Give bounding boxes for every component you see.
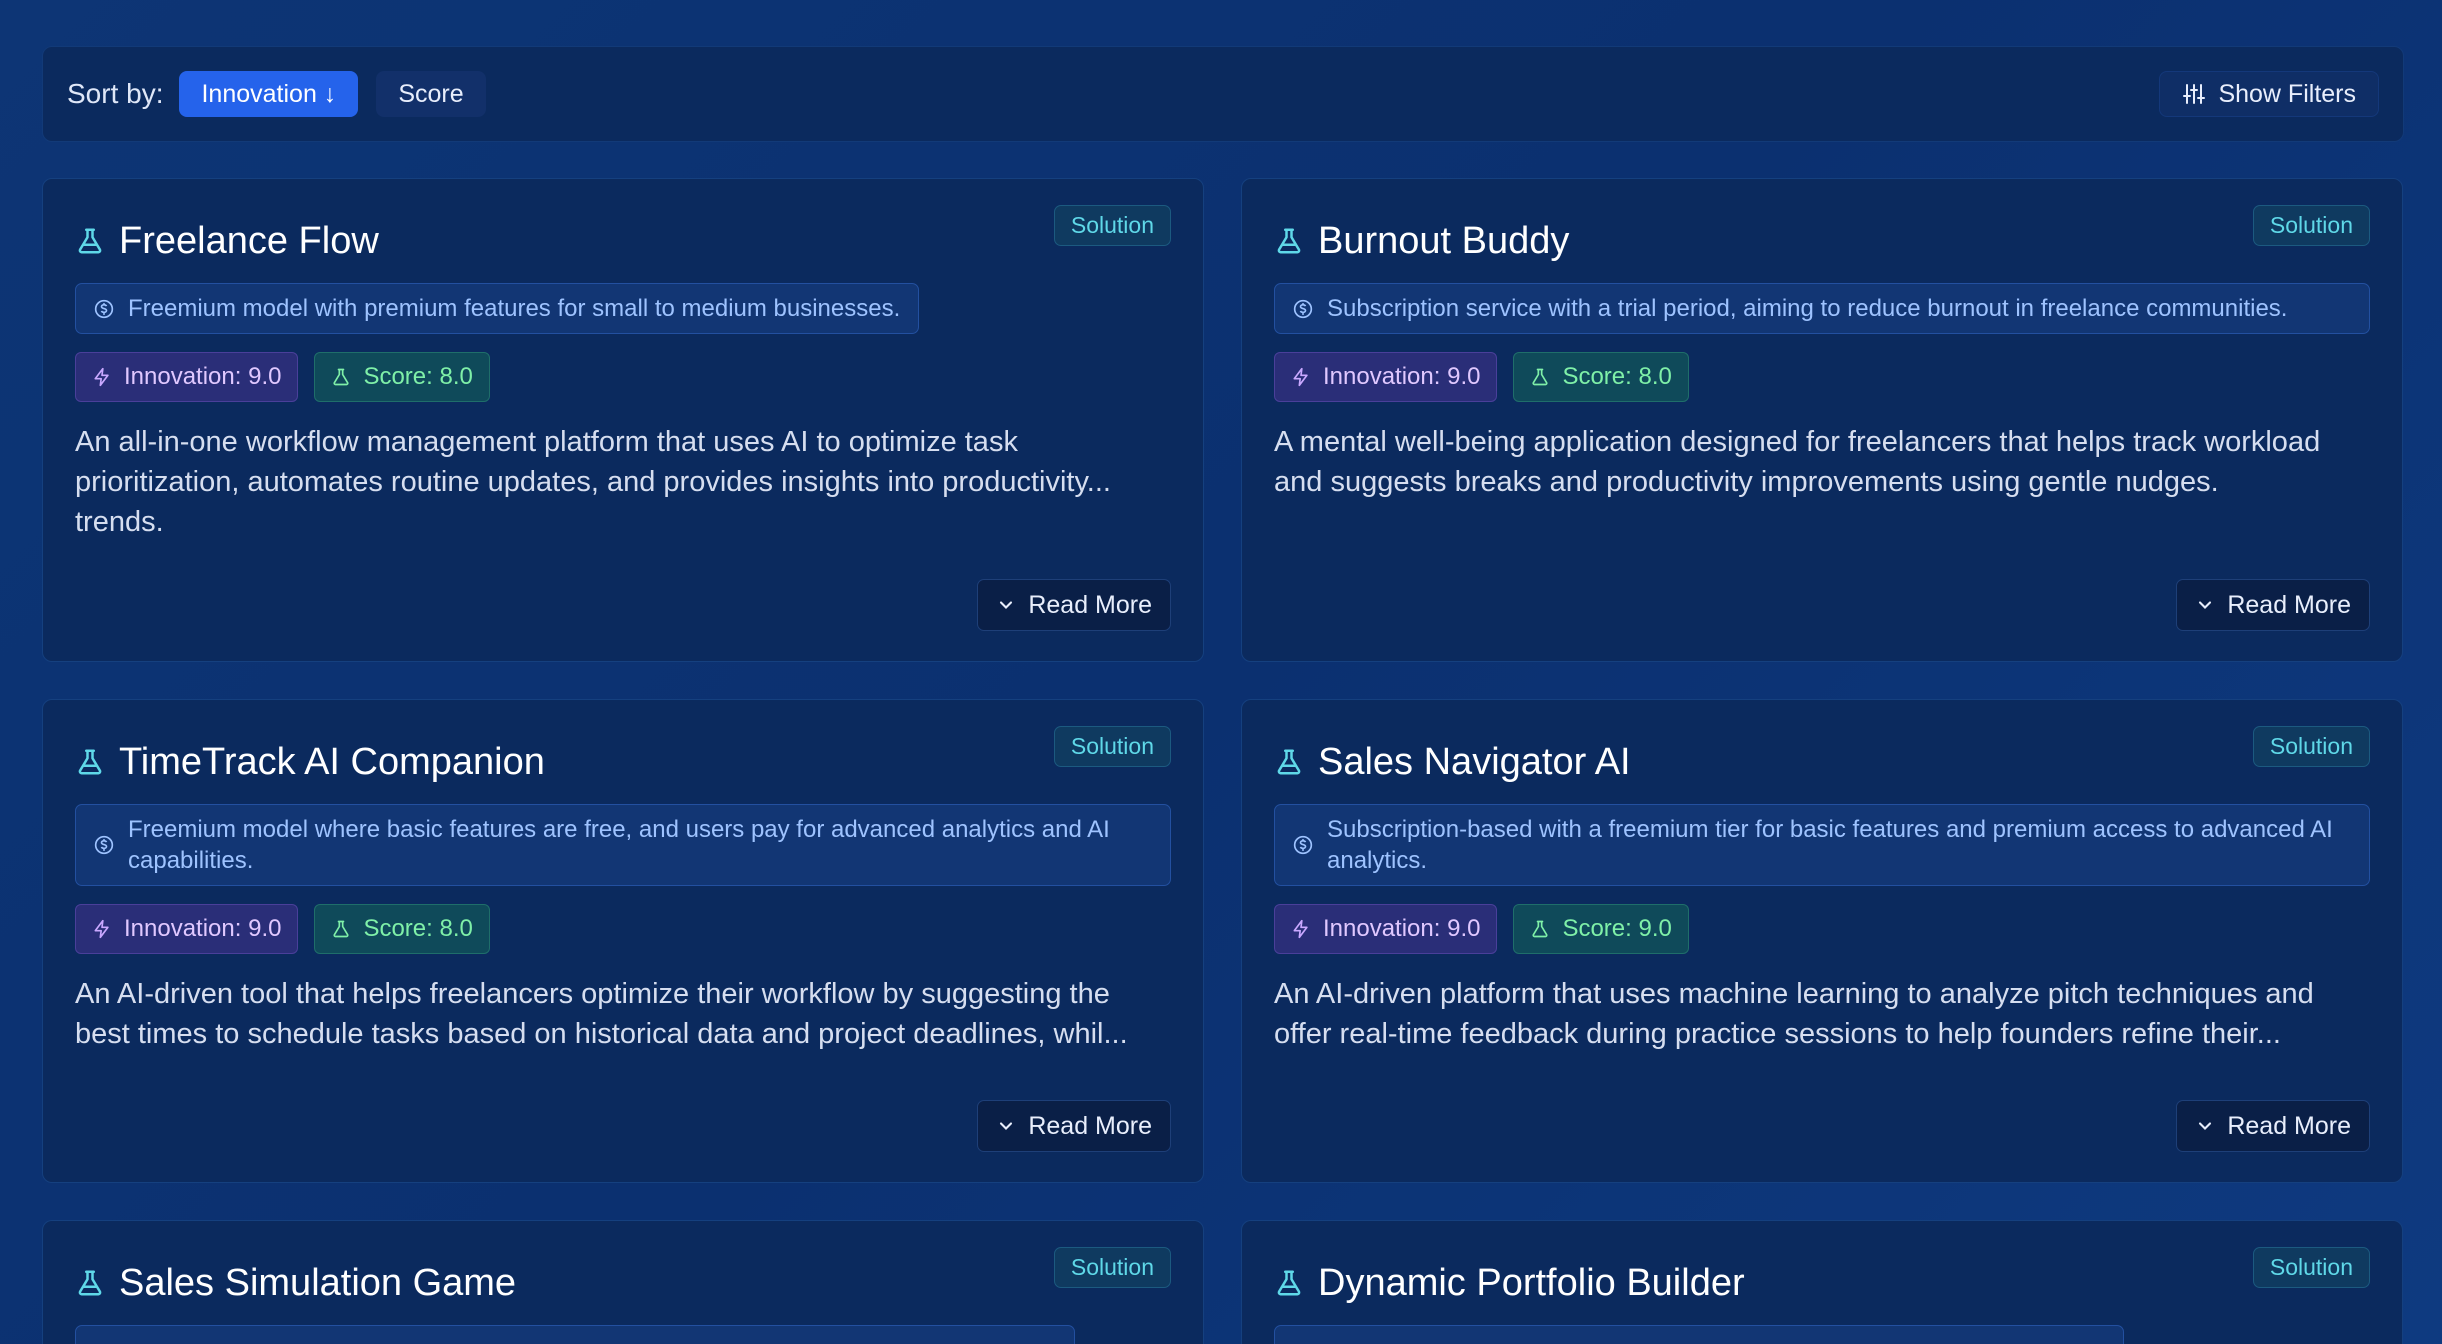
innovation-chip: Innovation: 9.0	[75, 904, 299, 954]
sort-label: Sort by:	[67, 78, 164, 109]
innovation-value: Innovation: 9.0	[124, 363, 282, 390]
card-description: An AI-driven tool that helps freelancers…	[75, 978, 1128, 1050]
dollar-circle-icon	[94, 299, 114, 319]
show-filters-button[interactable]: Show Filters	[2159, 71, 2379, 117]
read-more-label: Read More	[2227, 1111, 2351, 1140]
business-model-text: Freemium model with premium features for…	[128, 295, 901, 322]
card-title: Sales Simulation Game	[119, 1261, 517, 1304]
dollar-circle-icon	[1293, 299, 1313, 319]
dollar-circle-icon	[94, 835, 114, 855]
business-model-text: Subscription-based with a freemium tier …	[1327, 816, 2333, 874]
solution-card: Dynamic Portfolio Builder Solution	[1241, 1220, 2403, 1344]
business-model-text: Subscription service with a trial period…	[1327, 295, 2288, 322]
read-more-button[interactable]: Read More	[977, 1100, 1171, 1152]
show-filters-label: Show Filters	[2218, 79, 2356, 108]
chevron-down-icon	[996, 595, 1016, 615]
flask-icon	[1274, 1268, 1304, 1298]
solution-badge: Solution	[2252, 726, 2370, 767]
card-title: Dynamic Portfolio Builder	[1318, 1261, 1745, 1304]
innovation-value: Innovation: 9.0	[1323, 915, 1481, 942]
score-value: Score: 9.0	[1562, 915, 1672, 942]
solution-card: Sales Navigator AI Solution Subscription…	[1241, 699, 2403, 1183]
lightning-icon	[1291, 919, 1311, 939]
dollar-circle-icon	[1293, 835, 1313, 855]
innovation-chip: Innovation: 9.0	[1274, 352, 1498, 402]
flask-icon	[1530, 919, 1550, 939]
card-title: Sales Navigator AI	[1318, 740, 1631, 783]
solution-card: Freelance Flow Solution Freemium model w…	[42, 178, 1204, 662]
business-model: Freemium model with premium features for…	[75, 283, 920, 334]
score-value: Score: 8.0	[363, 915, 473, 942]
sort-score-button[interactable]: Score	[376, 71, 486, 117]
score-chip: Score: 8.0	[314, 904, 490, 954]
read-more-label: Read More	[1028, 1111, 1152, 1140]
solution-badge: Solution	[1053, 205, 1171, 246]
business-model-text: Freemium model where basic features are …	[128, 816, 1110, 874]
read-more-label: Read More	[2227, 590, 2351, 619]
sliders-icon	[2182, 82, 2206, 106]
flask-icon	[75, 226, 105, 256]
solution-badge: Solution	[2252, 205, 2370, 246]
solution-card: Burnout Buddy Solution Subscription serv…	[1241, 178, 2403, 662]
flask-icon	[75, 747, 105, 777]
chevron-down-icon	[996, 1116, 1016, 1136]
solution-card: Sales Simulation Game Solution	[42, 1220, 1204, 1344]
lightning-icon	[92, 367, 112, 387]
lightning-icon	[1291, 367, 1311, 387]
sort-toolbar: Sort by: Innovation ↓ Score Show Filters	[42, 46, 2404, 142]
read-more-label: Read More	[1028, 590, 1152, 619]
card-description: A mental well-being application designed…	[1274, 426, 2321, 498]
business-model	[1274, 1325, 2124, 1344]
flask-icon	[1530, 367, 1550, 387]
business-model: Freemium model where basic features are …	[75, 804, 1171, 886]
flask-icon	[1274, 226, 1304, 256]
score-chip: Score: 9.0	[1513, 904, 1689, 954]
sort-innovation-button[interactable]: Innovation ↓	[179, 71, 359, 117]
innovation-chip: Innovation: 9.0	[75, 352, 299, 402]
card-description: An AI-driven platform that uses machine …	[1274, 978, 2314, 1050]
card-description: An all-in-one workflow management platfo…	[75, 426, 1111, 538]
innovation-value: Innovation: 9.0	[1323, 363, 1481, 390]
business-model: Subscription-based with a freemium tier …	[1274, 804, 2370, 886]
score-value: Score: 8.0	[1562, 363, 1672, 390]
card-title: Freelance Flow	[119, 219, 379, 262]
card-title: TimeTrack AI Companion	[119, 740, 545, 783]
innovation-chip: Innovation: 9.0	[1274, 904, 1498, 954]
lightning-icon	[92, 919, 112, 939]
flask-icon	[75, 1268, 105, 1298]
flask-icon	[1274, 747, 1304, 777]
read-more-button[interactable]: Read More	[977, 579, 1171, 631]
solution-badge: Solution	[2252, 1247, 2370, 1288]
score-chip: Score: 8.0	[1513, 352, 1689, 402]
business-model	[75, 1325, 1075, 1344]
score-value: Score: 8.0	[363, 363, 473, 390]
card-title: Burnout Buddy	[1318, 219, 1570, 262]
read-more-button[interactable]: Read More	[2176, 1100, 2370, 1152]
solution-card: TimeTrack AI Companion Solution Freemium…	[42, 699, 1204, 1183]
business-model: Subscription service with a trial period…	[1274, 283, 2370, 334]
solution-badge: Solution	[1053, 1247, 1171, 1288]
solution-badge: Solution	[1053, 726, 1171, 767]
chevron-down-icon	[2195, 595, 2215, 615]
score-chip: Score: 8.0	[314, 352, 490, 402]
flask-icon	[331, 367, 351, 387]
chevron-down-icon	[2195, 1116, 2215, 1136]
read-more-button[interactable]: Read More	[2176, 579, 2370, 631]
innovation-value: Innovation: 9.0	[124, 915, 282, 942]
flask-icon	[331, 919, 351, 939]
